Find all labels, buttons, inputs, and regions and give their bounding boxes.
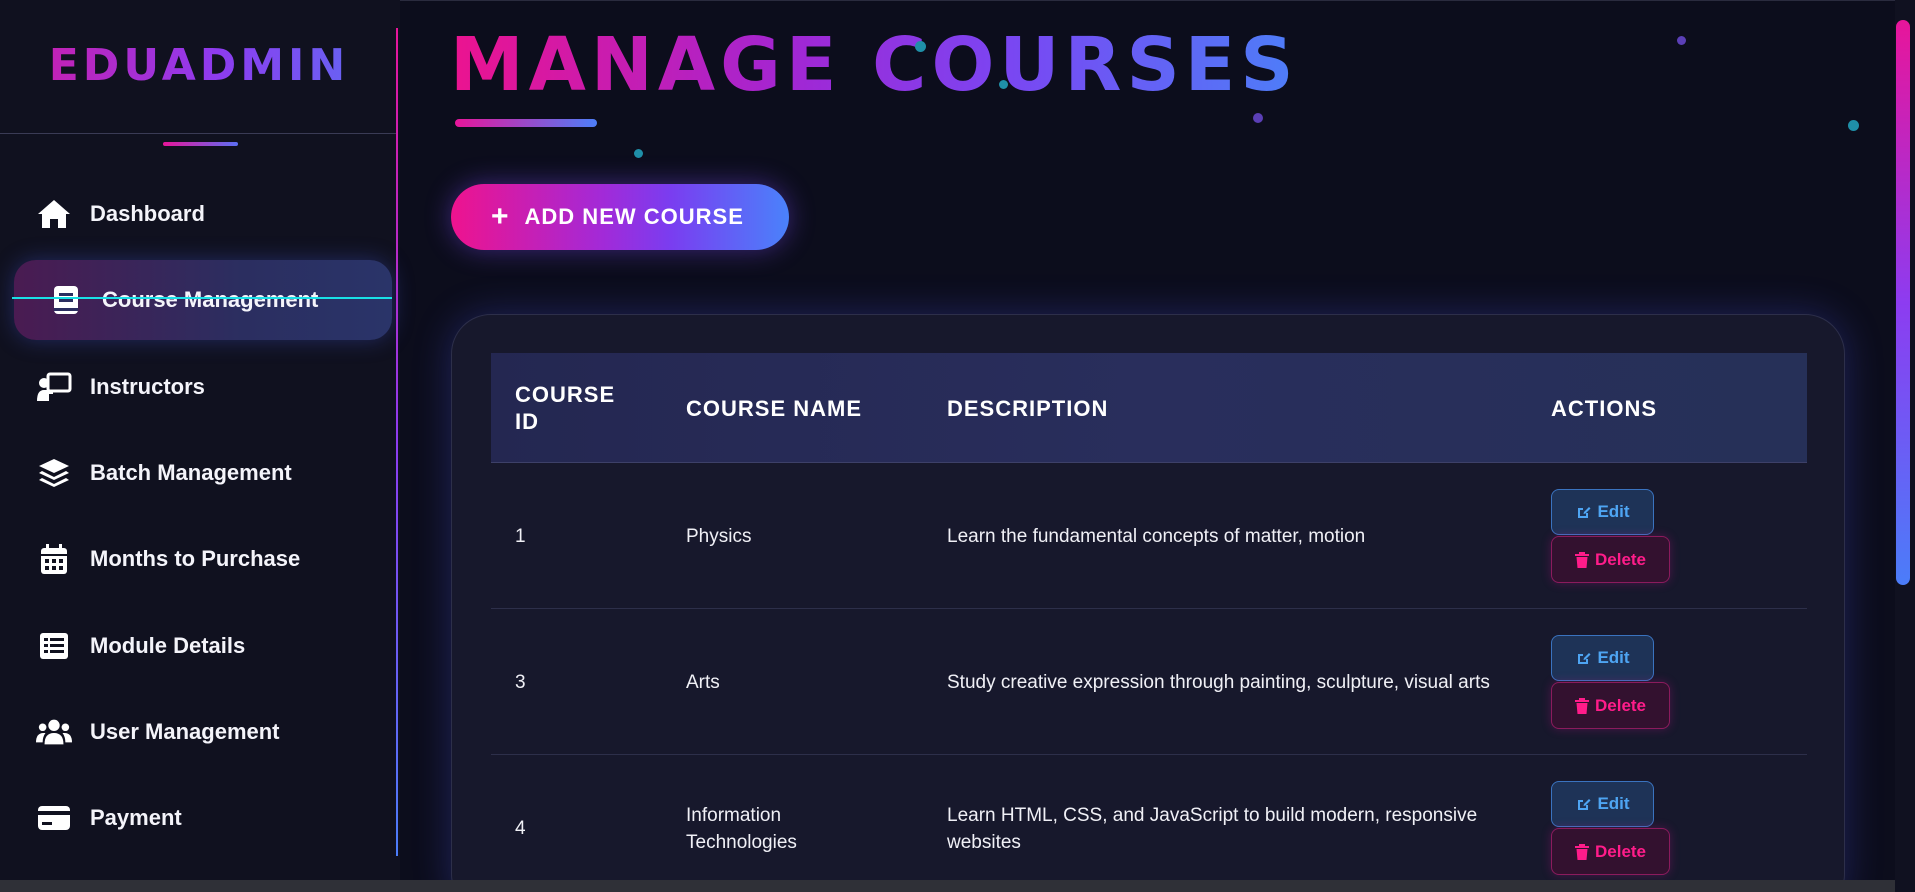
sidebar-item-module-details[interactable]: Module Details (14, 606, 392, 686)
layers-icon (36, 455, 72, 491)
courses-table: COURSE ID COURSE NAME DESCRIPTION ACTION… (451, 314, 1845, 892)
page-title: MANAGE COURSES (450, 22, 1299, 108)
list-icon (36, 628, 72, 664)
brand-underline (163, 142, 238, 146)
trash-icon (1574, 697, 1589, 714)
brand-logo: EDUADMIN (0, 40, 398, 91)
sidebar-item-label: Months to Purchase (90, 546, 301, 571)
sidebar-divider (396, 28, 398, 856)
sidebar-item-label: Batch Management (90, 460, 292, 485)
edit-button[interactable]: Edit (1551, 489, 1654, 535)
table-row: 1 Physics Learn the fundamental concepts… (491, 464, 1807, 609)
table-header: COURSE ID COURSE NAME DESCRIPTION ACTION… (491, 353, 1807, 463)
column-header-description: DESCRIPTION (947, 395, 1109, 421)
course-id-cell: 4 (515, 818, 526, 839)
course-name-cell: Information Technologies (686, 804, 797, 853)
edit-button[interactable]: Edit (1551, 781, 1654, 827)
sidebar-item-label: Instructors (90, 374, 205, 399)
sidebar-item-label: Course Management (102, 287, 319, 312)
decor-dot (1848, 120, 1859, 131)
decor-dot (634, 149, 643, 158)
calendar-icon (36, 541, 72, 577)
sidebar-item-label: Dashboard (90, 201, 205, 226)
description-cell: Learn HTML, CSS, and JavaScript to build… (947, 804, 1478, 853)
column-header-course-name: COURSE NAME (686, 395, 863, 421)
book-icon (48, 282, 84, 318)
sidebar-item-course-management[interactable]: Course Management (14, 260, 392, 340)
edit-icon (1578, 507, 1591, 518)
delete-button[interactable]: Delete (1551, 536, 1670, 583)
edit-icon (1578, 799, 1591, 810)
delete-label: Delete (1594, 549, 1647, 569)
edit-label: Edit (1597, 794, 1630, 813)
decor-dot (1677, 36, 1686, 45)
description-cell: Learn the fundamental concepts of matter… (947, 526, 1366, 547)
users-icon (36, 714, 72, 750)
add-course-label: ADD NEW COURSE (524, 204, 744, 229)
table-row: 3 Arts Study creative expression through… (491, 610, 1807, 755)
add-course-button[interactable]: + ADD NEW COURSE (451, 184, 789, 250)
decor-dot (915, 41, 926, 52)
course-id-cell: 3 (515, 672, 526, 693)
sidebar: EDUADMIN Dashboard Course Management Ins… (0, 0, 400, 880)
column-header-actions: ACTIONS (1551, 395, 1657, 421)
course-name-cell: Arts (686, 672, 720, 693)
chalkboard-teacher-icon (36, 369, 72, 405)
description-cell: Study creative expression through painti… (947, 672, 1490, 693)
delete-label: Delete (1594, 695, 1647, 715)
edit-label: Edit (1597, 502, 1630, 521)
decor-dot (1253, 113, 1263, 123)
course-id-cell: 1 (515, 526, 526, 547)
delete-button[interactable]: Delete (1551, 828, 1670, 875)
sidebar-item-batch-management[interactable]: Batch Management (14, 433, 392, 513)
window-bottom-edge (0, 880, 1895, 892)
column-header-course-id: COURSE ID (515, 382, 616, 434)
sidebar-item-payment[interactable]: Payment (14, 778, 392, 858)
trash-icon (1574, 551, 1589, 568)
edit-button[interactable]: Edit (1551, 635, 1654, 681)
sidebar-item-label: User Management (90, 719, 280, 744)
edit-icon (1578, 653, 1591, 664)
sidebar-item-dashboard[interactable]: Dashboard (14, 174, 392, 254)
delete-label: Delete (1594, 841, 1647, 861)
course-name-cell: Physics (686, 526, 752, 547)
scrollbar-thumb[interactable] (1896, 20, 1910, 585)
home-icon (36, 196, 72, 232)
title-underline (455, 119, 597, 127)
brand-divider (0, 133, 398, 134)
highlight-line (12, 297, 392, 299)
edit-label: Edit (1597, 648, 1630, 667)
sidebar-item-instructors[interactable]: Instructors (14, 347, 392, 427)
sidebar-item-label: Payment (90, 805, 182, 830)
credit-card-icon (36, 800, 72, 836)
sidebar-item-label: Module Details (90, 633, 246, 658)
delete-button[interactable]: Delete (1551, 682, 1670, 729)
plus-icon: + (491, 200, 509, 233)
decor-dot (999, 80, 1008, 89)
trash-icon (1574, 843, 1589, 860)
table-row: 4 Information Technologies Learn HTML, C… (491, 756, 1807, 892)
sidebar-item-months-to-purchase[interactable]: Months to Purchase (14, 519, 392, 599)
sidebar-item-user-management[interactable]: User Management (14, 692, 392, 772)
